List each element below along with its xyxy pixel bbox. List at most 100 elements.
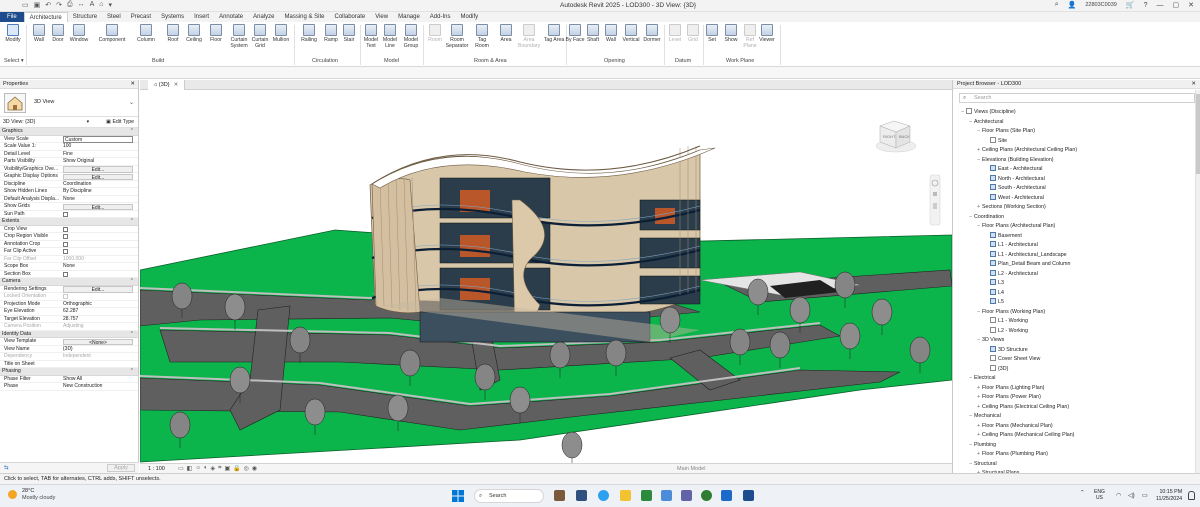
view-scale[interactable]: 1 : 100 — [148, 466, 165, 472]
taskbar-search[interactable]: ⌕ Search — [474, 489, 544, 503]
prop-value[interactable]: Edit... — [63, 173, 133, 180]
measure-icon[interactable]: ↔ — [78, 1, 85, 9]
area-button[interactable]: Area — [495, 24, 517, 43]
visual-style-icon[interactable]: ◧ — [187, 465, 193, 472]
properties-help-link[interactable]: ⇆ — [4, 465, 9, 471]
tree-item[interactable]: Cover Sheet View — [959, 355, 1195, 365]
expand-icon[interactable]: + — [975, 384, 982, 394]
minimize-button[interactable]: — — [1157, 2, 1164, 9]
close-button[interactable]: ✕ — [1188, 1, 1194, 9]
prop-value[interactable] — [63, 361, 133, 368]
tree-item[interactable]: L3 — [959, 279, 1195, 289]
tab-3d-view[interactable]: ⌂ {3D} ✕ — [148, 80, 186, 90]
collapse-icon[interactable]: − — [967, 374, 974, 384]
prop-value[interactable] — [63, 241, 133, 248]
model-line-button[interactable]: Model Line — [379, 24, 401, 49]
tree-item[interactable]: Plan_Detail Beam and Column — [959, 260, 1195, 270]
prop-value[interactable] — [63, 248, 133, 255]
tree-item[interactable]: 3D Structure — [959, 345, 1195, 356]
instance-selector[interactable]: 3D View: {3D} ▾ ▣ Edit Type — [0, 117, 138, 128]
prop-value[interactable]: Orthographic — [63, 301, 133, 308]
detail-level-icon[interactable]: ▭ — [178, 465, 184, 472]
prop-value[interactable] — [63, 211, 133, 218]
chrome-icon[interactable] — [701, 490, 712, 501]
collapse-icon[interactable]: ⌃ — [130, 331, 134, 339]
browser-scrollbar[interactable] — [1195, 90, 1200, 473]
group-camera[interactable]: Camera ⌃ — [0, 278, 138, 286]
photos-icon[interactable] — [661, 490, 672, 501]
room-separator-button[interactable]: Room Separator — [445, 24, 469, 49]
tray-chevron-icon[interactable]: ⌃ — [1080, 490, 1085, 496]
group-identity[interactable]: Identity Data ⌃ — [0, 330, 138, 339]
component-button[interactable]: Component — [98, 24, 126, 43]
file-explorer-icon[interactable] — [620, 490, 631, 501]
wall-opening-button[interactable]: Wall — [600, 24, 622, 43]
prop-value[interactable]: 28.757 — [63, 316, 133, 323]
prop-value[interactable]: None — [63, 196, 133, 203]
tree-item[interactable]: + Floor Plans (Mechanical Plan) — [959, 422, 1195, 432]
tree-item[interactable]: + Ceiling Plans (Architectural Ceiling Pl… — [959, 146, 1195, 156]
close-tab-icon[interactable]: ✕ — [174, 82, 179, 88]
prop-value[interactable]: By Discipline — [63, 188, 133, 195]
app-icon-1[interactable] — [554, 490, 565, 501]
tab-annotate[interactable]: Annotate — [214, 12, 248, 22]
stair-button[interactable]: Stair — [338, 24, 360, 43]
tree-item[interactable]: − Floor Plans (Architectural Plan) — [959, 222, 1195, 232]
expand-icon[interactable]: + — [975, 146, 982, 156]
prop-value[interactable]: {3D} — [63, 346, 133, 353]
prop-value[interactable] — [63, 233, 133, 240]
tag-room-button[interactable]: Tag Room — [471, 24, 493, 49]
viewcube-back-label[interactable]: BACK — [899, 134, 910, 139]
tree-item[interactable]: + Ceiling Plans (Electrical Ceiling Plan) — [959, 403, 1195, 413]
tree-item[interactable]: − Mechanical — [959, 412, 1195, 422]
tab-massing-site[interactable]: Massing & Site — [279, 12, 329, 22]
viewcube-right-label[interactable]: RIGHT — [883, 134, 896, 139]
floor-button[interactable]: Floor — [205, 24, 227, 43]
tree-item[interactable]: − Coordination — [959, 213, 1195, 223]
tab-architecture[interactable]: Architecture — [23, 12, 68, 22]
checkbox[interactable] — [63, 211, 68, 217]
tab-structure[interactable]: Structure — [68, 12, 102, 22]
tree-item[interactable]: East - Architectural — [959, 165, 1195, 175]
undo-icon[interactable]: ↶ — [45, 1, 51, 9]
select-panel-label[interactable]: Select ▾ — [4, 58, 24, 64]
tab-view[interactable]: View — [370, 12, 393, 22]
tree-item[interactable]: + Ceiling Plans (Mechanical Ceiling Plan) — [959, 431, 1195, 441]
checkbox[interactable] — [63, 241, 68, 247]
viewer-button[interactable]: Viewer — [756, 24, 778, 43]
group-graphics[interactable]: Graphics ⌃ — [0, 128, 138, 136]
3d-view-icon[interactable]: ⌂ — [99, 1, 103, 9]
prop-value[interactable]: Custom — [63, 136, 133, 143]
volume-icon[interactable]: ◁) — [1128, 492, 1135, 499]
close-icon[interactable]: ✕ — [130, 81, 135, 87]
collapse-icon[interactable]: − — [967, 118, 974, 128]
battery-icon[interactable]: ▭ — [1142, 492, 1148, 499]
open-icon[interactable]: ▭ — [22, 1, 29, 9]
render-icon[interactable]: ◈ — [210, 465, 215, 472]
tree-item[interactable]: L2 - Working — [959, 326, 1195, 337]
tab-analyze[interactable]: Analyze — [248, 12, 279, 22]
tree-item[interactable]: West - Architectural — [959, 193, 1195, 204]
prop-value[interactable]: New Construction — [63, 383, 133, 390]
text-icon[interactable]: A — [90, 1, 95, 9]
3d-model-viewport[interactable]: RIGHT BACK — [139, 80, 953, 463]
collapse-icon[interactable]: − — [975, 308, 982, 318]
collapse-icon[interactable]: ⌃ — [130, 218, 134, 226]
prop-value[interactable] — [63, 226, 133, 233]
group-phasing[interactable]: Phasing ⌃ — [0, 368, 138, 376]
maximize-button[interactable]: ▢ — [1173, 1, 1180, 9]
show-crop-icon[interactable]: ▣ — [224, 465, 230, 472]
dormer-button[interactable]: Dormer — [641, 24, 663, 43]
collapse-icon[interactable]: ⌃ — [130, 128, 134, 136]
tree-item[interactable]: − Views (Discipline) — [959, 108, 1195, 118]
door-button[interactable]: Door — [47, 24, 69, 43]
tree-item[interactable]: Site — [959, 136, 1195, 147]
collapse-icon[interactable]: − — [967, 412, 974, 422]
tab-collaborate[interactable]: Collaborate — [330, 12, 371, 22]
tab-systems[interactable]: Systems — [156, 12, 189, 22]
edge-icon[interactable] — [721, 490, 732, 501]
copilot-icon[interactable] — [598, 490, 609, 501]
prop-value[interactable]: 100 — [63, 143, 133, 150]
expand-icon[interactable]: + — [975, 393, 982, 403]
collapse-icon[interactable]: − — [975, 222, 982, 232]
